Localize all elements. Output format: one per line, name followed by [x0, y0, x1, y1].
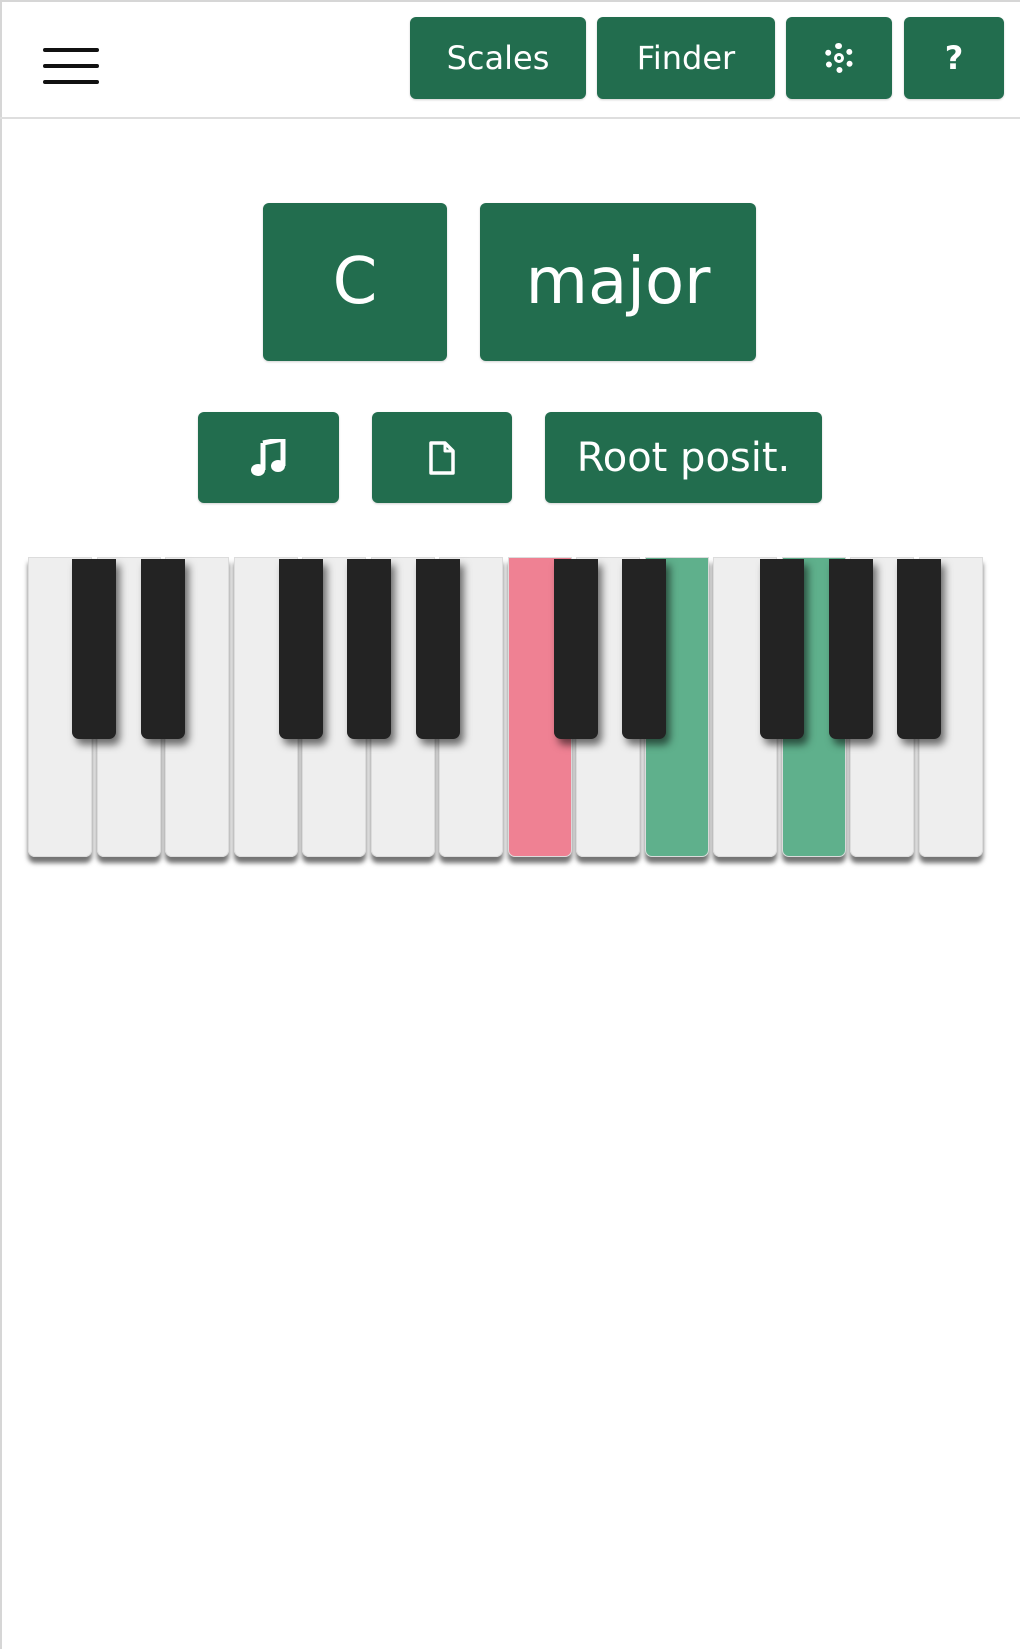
black-key-10[interactable]: [897, 559, 941, 739]
window-left-border: [0, 0, 2, 1649]
inversion-button[interactable]: Root posit.: [545, 412, 822, 503]
chord-root-label: C: [332, 245, 378, 319]
black-key-1[interactable]: [72, 559, 116, 739]
music-note-icon: [250, 438, 285, 476]
finder-button-label: Finder: [636, 39, 736, 77]
hamburger-menu-icon[interactable]: [40, 44, 102, 90]
sheet-music-button[interactable]: [372, 412, 512, 503]
gear-icon: [824, 43, 854, 73]
finder-button[interactable]: Finder: [597, 17, 775, 99]
black-key-2[interactable]: [141, 559, 185, 739]
black-key-9[interactable]: [829, 559, 873, 739]
scales-button-label: Scales: [446, 39, 550, 77]
black-key-4[interactable]: [347, 559, 391, 739]
inversion-button-label: Root posit.: [576, 434, 791, 481]
chord-type-button[interactable]: major: [480, 203, 756, 361]
chord-type-label: major: [525, 245, 711, 319]
black-key-5[interactable]: [416, 559, 460, 739]
chord-root-button[interactable]: C: [263, 203, 447, 361]
black-key-3[interactable]: [279, 559, 323, 739]
settings-button[interactable]: [786, 17, 892, 99]
help-button-label: ?: [944, 39, 964, 77]
play-chord-button[interactable]: [198, 412, 339, 503]
piano-keyboard: [28, 557, 990, 857]
black-key-7[interactable]: [622, 559, 666, 739]
scales-button[interactable]: Scales: [410, 17, 586, 99]
black-key-8[interactable]: [760, 559, 804, 739]
top-navbar: Scales Finder ?: [0, 0, 1020, 119]
document-icon: [429, 440, 455, 475]
black-key-6[interactable]: [554, 559, 598, 739]
help-button[interactable]: ?: [904, 17, 1004, 99]
